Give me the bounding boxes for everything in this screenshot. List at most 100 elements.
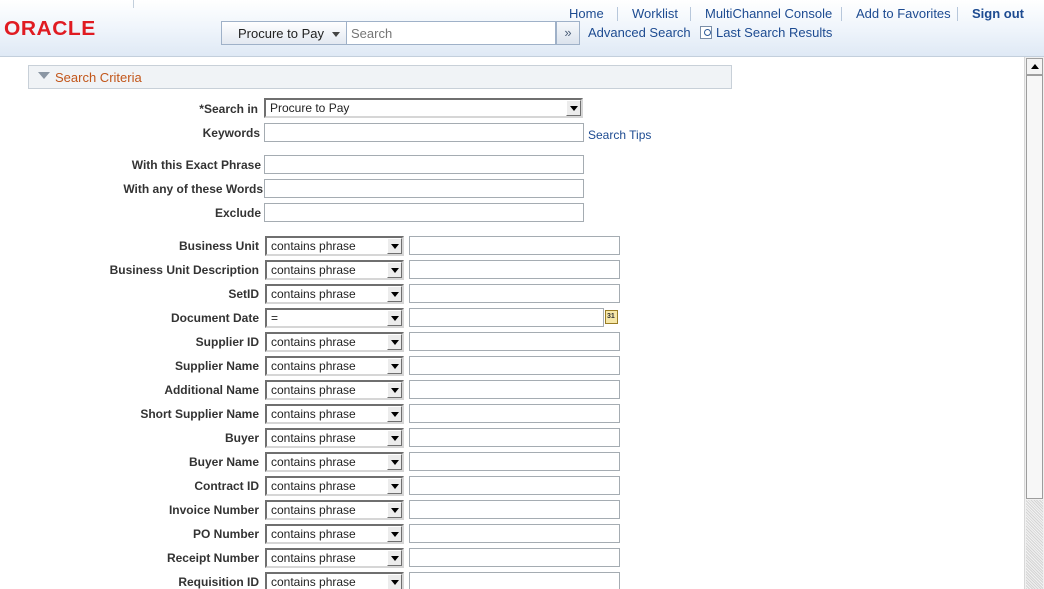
field-value-input[interactable] xyxy=(409,236,620,255)
exact-phrase-field[interactable] xyxy=(264,155,584,174)
field-label: Receipt Number xyxy=(166,551,259,565)
search-results-icon[interactable] xyxy=(700,26,712,39)
scroll-up-arrow-icon[interactable] xyxy=(1026,58,1043,75)
operator-value: contains phrase xyxy=(271,287,356,301)
nav-favorites-link[interactable]: Add to Favorites xyxy=(856,6,951,21)
operator-select[interactable]: contains phrase xyxy=(265,404,404,424)
operator-value: contains phrase xyxy=(271,335,356,349)
field-value-input[interactable] xyxy=(409,548,620,567)
search-scope-label: Procure to Pay xyxy=(238,26,324,41)
search-in-select[interactable]: Procure to Pay xyxy=(264,98,583,118)
keywords-field[interactable] xyxy=(264,123,584,142)
operator-select[interactable]: contains phrase xyxy=(265,428,404,448)
chevron-down-icon[interactable] xyxy=(387,478,402,494)
chevron-down-icon[interactable] xyxy=(387,550,402,566)
field-value-input[interactable] xyxy=(409,476,620,495)
operator-select[interactable]: contains phrase xyxy=(265,572,404,589)
scroll-thumb[interactable] xyxy=(1026,75,1043,499)
field-value-input[interactable] xyxy=(409,284,620,303)
search-tips-link[interactable]: Search Tips xyxy=(588,128,651,142)
operator-select[interactable]: contains phrase xyxy=(265,452,404,472)
collapse-triangle-icon[interactable] xyxy=(38,72,50,79)
any-words-field[interactable] xyxy=(264,179,584,198)
chevron-down-icon[interactable] xyxy=(387,406,402,422)
any-words-label: With any of these Words xyxy=(123,182,263,196)
chevron-down-icon[interactable] xyxy=(387,358,402,374)
field-value-input[interactable] xyxy=(409,260,620,279)
operator-select[interactable]: contains phrase xyxy=(265,284,404,304)
field-label: Additional Name xyxy=(164,383,259,397)
field-label: PO Number xyxy=(192,527,259,541)
operator-select[interactable]: contains phrase xyxy=(265,356,404,376)
operator-select[interactable]: contains phrase xyxy=(265,524,404,544)
operator-value: contains phrase xyxy=(271,551,356,565)
field-value-input[interactable] xyxy=(409,500,620,519)
last-search-results-link[interactable]: Last Search Results xyxy=(716,25,832,40)
field-label: Requisition ID xyxy=(178,575,259,589)
field-value-input[interactable] xyxy=(409,404,620,423)
vertical-scrollbar[interactable] xyxy=(1024,57,1044,589)
field-label: Supplier ID xyxy=(195,335,259,349)
chevron-down-icon[interactable] xyxy=(387,334,402,350)
operator-select[interactable]: = xyxy=(265,308,404,328)
search-input[interactable] xyxy=(346,21,556,45)
nav-multichannel-link[interactable]: MultiChannel Console xyxy=(705,6,832,21)
operator-select[interactable]: contains phrase xyxy=(265,380,404,400)
chevron-down-icon[interactable] xyxy=(387,262,402,278)
field-value-input[interactable] xyxy=(409,452,620,471)
nav-home-link[interactable]: Home xyxy=(569,6,604,21)
field-value-input[interactable] xyxy=(409,428,620,447)
operator-value: contains phrase xyxy=(271,239,356,253)
operator-value: contains phrase xyxy=(271,479,356,493)
sign-out-link[interactable]: Sign out xyxy=(972,6,1024,21)
operator-select[interactable]: contains phrase xyxy=(265,236,404,256)
advanced-search-link[interactable]: Advanced Search xyxy=(588,25,691,40)
chevron-down-icon[interactable] xyxy=(387,286,402,302)
field-value-input[interactable] xyxy=(409,380,620,399)
field-label: Contract ID xyxy=(194,479,259,493)
field-label: Document Date xyxy=(170,311,259,325)
chevron-down-icon[interactable] xyxy=(387,526,402,542)
operator-select[interactable]: contains phrase xyxy=(265,260,404,280)
chevron-down-icon[interactable] xyxy=(387,382,402,398)
operator-value: contains phrase xyxy=(271,575,356,589)
search-criteria-header[interactable]: Search Criteria xyxy=(28,65,732,89)
operator-select[interactable]: contains phrase xyxy=(265,476,404,496)
chevron-down-icon[interactable] xyxy=(387,238,402,254)
operator-select[interactable]: contains phrase xyxy=(265,548,404,568)
operator-select[interactable]: contains phrase xyxy=(265,332,404,352)
operator-value: contains phrase xyxy=(271,527,356,541)
operator-value: contains phrase xyxy=(271,407,356,421)
chevron-down-icon[interactable] xyxy=(566,100,581,116)
field-value-input[interactable] xyxy=(409,308,604,327)
calendar-glyph: 31 xyxy=(607,313,615,320)
exclude-field[interactable] xyxy=(264,203,584,222)
nav-separator xyxy=(957,7,958,21)
nav-separator xyxy=(617,7,618,21)
field-value-input[interactable] xyxy=(409,332,620,351)
nav-separator xyxy=(841,7,842,21)
field-value-input[interactable] xyxy=(409,524,620,543)
chevron-down-icon xyxy=(332,32,340,37)
search-criteria-title: Search Criteria xyxy=(55,70,142,85)
scroll-track[interactable] xyxy=(1026,500,1043,589)
chevron-down-icon[interactable] xyxy=(387,502,402,518)
operator-value: contains phrase xyxy=(271,503,356,517)
field-value-input[interactable] xyxy=(409,356,620,375)
search-scope-dropdown[interactable]: Procure to Pay xyxy=(221,21,347,45)
chevron-down-icon[interactable] xyxy=(387,454,402,470)
field-label: Business Unit Description xyxy=(109,263,259,277)
calendar-icon[interactable]: 31 xyxy=(605,310,618,324)
chevron-down-icon[interactable] xyxy=(387,310,402,326)
operator-select[interactable]: contains phrase xyxy=(265,500,404,520)
nav-worklist-link[interactable]: Worklist xyxy=(632,6,678,21)
global-nav: Home Worklist MultiChannel Console Add t… xyxy=(0,6,1044,22)
operator-value: contains phrase xyxy=(271,263,356,277)
chevron-down-icon[interactable] xyxy=(387,430,402,446)
field-value-input[interactable] xyxy=(409,572,620,589)
chevron-down-icon[interactable] xyxy=(387,574,402,589)
double-chevron-right-icon[interactable]: » xyxy=(556,21,580,45)
field-label: Buyer Name xyxy=(188,455,259,469)
field-label: Business Unit xyxy=(178,239,259,253)
operator-value: contains phrase xyxy=(271,455,356,469)
